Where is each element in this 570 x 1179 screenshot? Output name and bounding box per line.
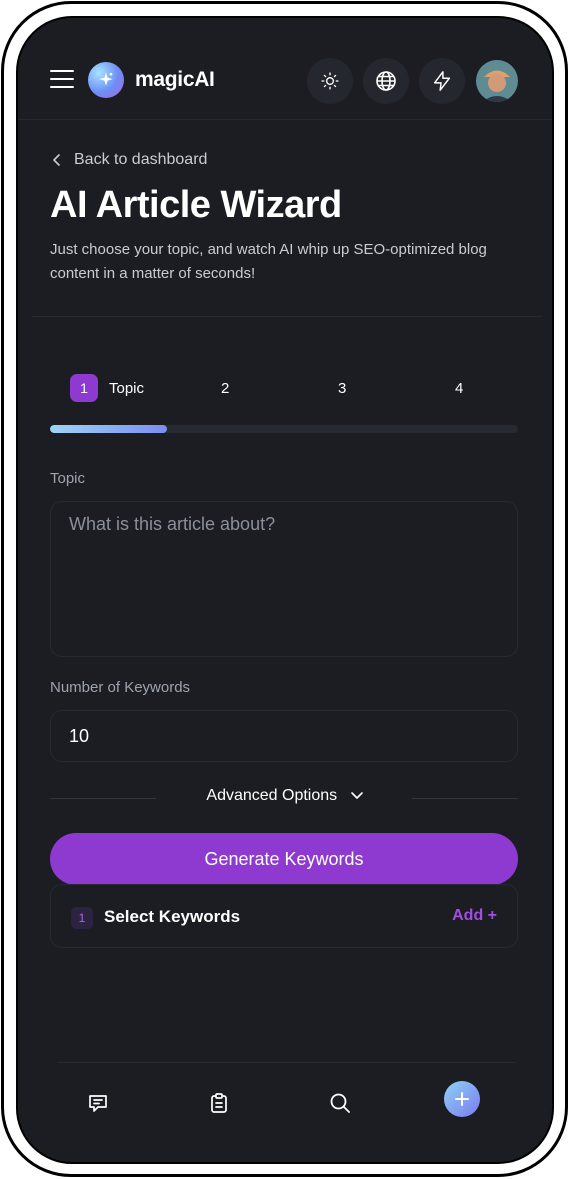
- progress-fill: [50, 425, 167, 433]
- lightning-icon: [433, 71, 451, 91]
- step-number: 1: [70, 374, 98, 402]
- keywords-count-label: Number of Keywords: [50, 679, 191, 696]
- step-3[interactable]: 3: [338, 373, 346, 403]
- back-label: Back to dashboard: [74, 151, 208, 168]
- step-1[interactable]: 1 Topic: [70, 373, 144, 403]
- sparkle-icon: [88, 62, 124, 98]
- add-keyword-button[interactable]: Add +: [452, 907, 497, 925]
- avatar[interactable]: [476, 60, 518, 102]
- search-icon[interactable]: [324, 1087, 356, 1119]
- bottom-nav: [58, 1062, 516, 1162]
- theme-toggle-button[interactable]: [307, 58, 353, 104]
- page-title: AI Article Wizard: [50, 184, 342, 226]
- wizard-progress-bar: [50, 425, 518, 433]
- globe-icon: [376, 71, 396, 91]
- sun-icon: [321, 72, 339, 90]
- upgrade-button[interactable]: [419, 58, 465, 104]
- chevron-left-icon: [53, 154, 60, 166]
- keywords-card: 1 Select Keywords Add +: [50, 884, 518, 948]
- plus-icon[interactable]: [444, 1081, 480, 1117]
- language-button[interactable]: [363, 58, 409, 104]
- back-link[interactable]: Back to dashboard: [52, 151, 207, 169]
- topic-input[interactable]: [50, 501, 518, 657]
- brand-name: magicAI: [135, 68, 215, 91]
- advanced-options-toggle[interactable]: Advanced Options: [18, 787, 552, 805]
- generate-keywords-button[interactable]: Generate Keywords: [50, 833, 518, 885]
- step-label: Topic: [109, 379, 145, 397]
- menu-icon[interactable]: [50, 70, 74, 90]
- top-bar: magicAI: [18, 18, 552, 120]
- divider: [32, 316, 542, 317]
- step-4[interactable]: 4: [455, 373, 463, 403]
- advanced-options-label: Advanced Options: [206, 787, 338, 804]
- wizard-steps: 1 Topic 2 3 4: [50, 373, 518, 403]
- page-subtitle: Just choose your topic, and watch AI whi…: [50, 241, 487, 282]
- app-screen: magicAI Back to dashboard AI Article Wiz…: [18, 18, 552, 1162]
- chat-icon[interactable]: [82, 1087, 114, 1119]
- step-number: 3: [338, 379, 347, 397]
- step-number: 4: [455, 379, 464, 397]
- keywords-title: Select Keywords: [104, 907, 241, 926]
- topic-label: Topic: [50, 470, 86, 487]
- keywords-step-badge: 1: [71, 907, 93, 929]
- step-number: 2: [221, 379, 230, 397]
- device-screen: magicAI Back to dashboard AI Article Wiz…: [16, 16, 554, 1164]
- step-2[interactable]: 2: [221, 373, 229, 403]
- chevron-down-icon: [350, 792, 363, 799]
- keywords-count-input[interactable]: [50, 710, 518, 762]
- clipboard-icon[interactable]: [203, 1087, 235, 1119]
